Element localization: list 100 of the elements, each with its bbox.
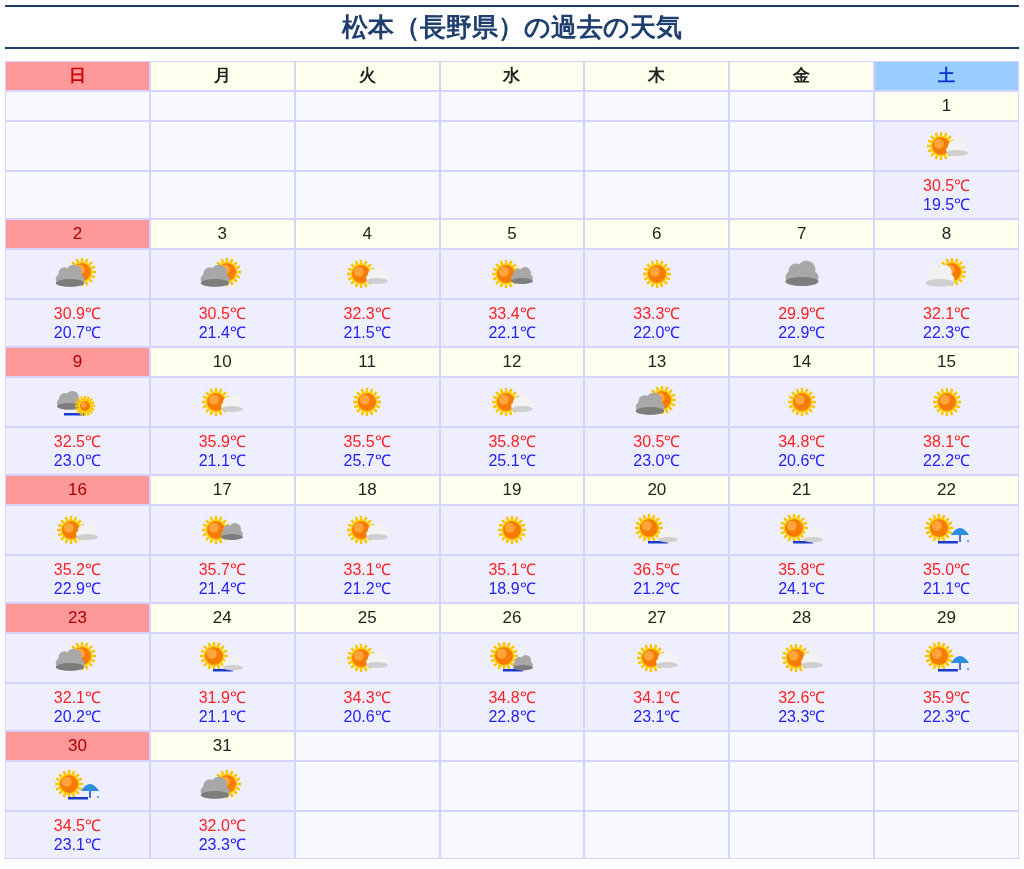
low-temperature: 22.2℃	[923, 451, 971, 470]
high-temperature: 32.5℃	[53, 432, 101, 451]
high-temperature: 30.5℃	[633, 432, 681, 451]
high-temperature: 35.0℃	[923, 560, 971, 579]
date-cell: 1	[875, 92, 1018, 120]
low-temperature: 21.1℃	[198, 707, 246, 726]
high-temperature: 30.9℃	[53, 304, 101, 323]
high-temperature: 35.9℃	[198, 432, 246, 451]
low-temperature: 22.9℃	[53, 579, 101, 598]
low-temperature: 21.2℃	[343, 579, 391, 598]
high-temperature: 30.5℃	[923, 176, 971, 195]
high-temperature: 31.9℃	[198, 688, 246, 707]
date-cell: 15	[875, 348, 1018, 376]
date-cell: 21	[730, 476, 874, 504]
low-temperature: 19.5℃	[923, 195, 971, 214]
date-cell: 8	[875, 220, 1018, 248]
date-cell: 26	[440, 604, 584, 632]
high-temperature: 34.3℃	[343, 688, 391, 707]
weekday-header: 日	[6, 62, 149, 90]
date-cell: 12	[440, 348, 584, 376]
low-temperature: 22.8℃	[488, 707, 536, 726]
low-temperature: 23.0℃	[53, 451, 101, 470]
high-temperature: 34.1℃	[633, 688, 681, 707]
low-temperature: 22.0℃	[633, 323, 681, 342]
weekday-header: 月	[150, 62, 294, 90]
date-cell: 24	[150, 604, 294, 632]
date-cell: 20	[585, 476, 729, 504]
date-cell: 19	[440, 476, 584, 504]
date-cell: 3	[150, 220, 294, 248]
date-cell: 22	[875, 476, 1018, 504]
high-temperature: 35.2℃	[53, 560, 101, 579]
high-temperature: 34.8℃	[778, 432, 826, 451]
date-cell: 16	[6, 476, 149, 504]
low-temperature: 25.1℃	[488, 451, 536, 470]
page-title: 松本（長野県）の過去の天気	[5, 5, 1019, 49]
high-temperature: 34.5℃	[53, 816, 101, 835]
low-temperature: 24.1℃	[778, 579, 826, 598]
date-cell: 23	[6, 604, 149, 632]
high-temperature: 38.1℃	[923, 432, 971, 451]
weekday-header: 火	[295, 62, 439, 90]
date-cell: 31	[150, 732, 294, 760]
high-temperature: 35.9℃	[923, 688, 971, 707]
high-temperature: 34.8℃	[488, 688, 536, 707]
date-cell: 29	[875, 604, 1018, 632]
high-temperature: 33.4℃	[488, 304, 536, 323]
low-temperature: 23.1℃	[53, 835, 101, 854]
low-temperature: 18.9℃	[488, 579, 536, 598]
low-temperature: 25.7℃	[343, 451, 391, 470]
date-cell: 27	[585, 604, 729, 632]
date-cell: 30	[6, 732, 149, 760]
low-temperature: 23.3℃	[778, 707, 826, 726]
low-temperature: 21.5℃	[343, 323, 391, 342]
low-temperature: 23.3℃	[198, 835, 246, 854]
high-temperature: 32.6℃	[778, 688, 826, 707]
high-temperature: 29.9℃	[778, 304, 826, 323]
date-cell: 28	[730, 604, 874, 632]
high-temperature: 35.8℃	[488, 432, 536, 451]
high-temperature: 35.1℃	[488, 560, 536, 579]
date-cell: 6	[585, 220, 729, 248]
low-temperature: 20.6℃	[343, 707, 391, 726]
high-temperature: 35.8℃	[778, 560, 826, 579]
weekday-header: 土	[875, 62, 1018, 90]
date-cell: 9	[6, 348, 149, 376]
low-temperature: 22.1℃	[488, 323, 536, 342]
high-temperature: 32.3℃	[343, 304, 391, 323]
date-cell: 10	[150, 348, 294, 376]
high-temperature: 32.1℃	[53, 688, 101, 707]
high-temperature: 33.3℃	[633, 304, 681, 323]
date-cell: 7	[730, 220, 874, 248]
date-cell: 25	[295, 604, 439, 632]
high-temperature: 30.5℃	[198, 304, 246, 323]
date-cell: 13	[585, 348, 729, 376]
low-temperature: 22.3℃	[923, 707, 971, 726]
date-cell: 14	[730, 348, 874, 376]
low-temperature: 20.2℃	[53, 707, 101, 726]
date-cell: 18	[295, 476, 439, 504]
low-temperature: 23.0℃	[633, 451, 681, 470]
low-temperature: 23.1℃	[633, 707, 681, 726]
date-cell: 11	[295, 348, 439, 376]
weekday-header: 木	[585, 62, 729, 90]
weekday-header: 金	[730, 62, 874, 90]
date-cell: 4	[295, 220, 439, 248]
low-temperature: 22.3℃	[923, 323, 971, 342]
low-temperature: 22.9℃	[778, 323, 826, 342]
low-temperature: 20.7℃	[53, 323, 101, 342]
high-temperature: 32.0℃	[198, 816, 246, 835]
high-temperature: 35.7℃	[198, 560, 246, 579]
low-temperature: 21.4℃	[198, 579, 246, 598]
low-temperature: 21.1℃	[923, 579, 971, 598]
low-temperature: 21.1℃	[198, 451, 246, 470]
date-cell: 2	[6, 220, 149, 248]
low-temperature: 20.6℃	[778, 451, 826, 470]
weekday-header: 水	[440, 62, 584, 90]
high-temperature: 36.5℃	[633, 560, 681, 579]
low-temperature: 21.4℃	[198, 323, 246, 342]
date-cell: 17	[150, 476, 294, 504]
high-temperature: 33.1℃	[343, 560, 391, 579]
low-temperature: 21.2℃	[633, 579, 681, 598]
high-temperature: 32.1℃	[923, 304, 971, 323]
date-cell: 5	[440, 220, 584, 248]
